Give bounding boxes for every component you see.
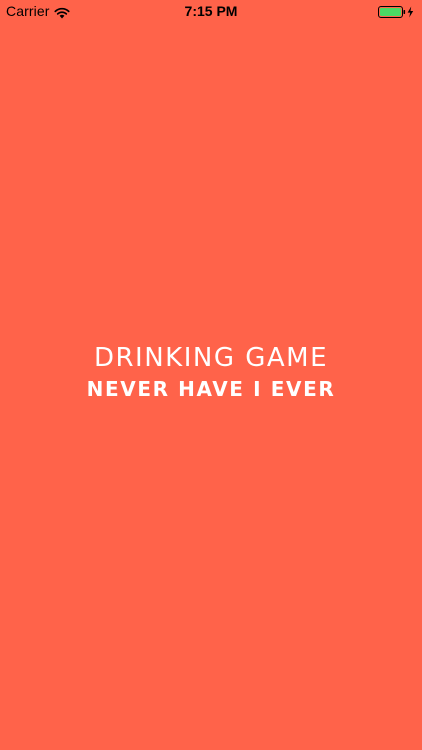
title-never-have-i-ever: NEVER HAVE I EVER xyxy=(86,377,336,401)
app-title: DRINKING GAME NEVER HAVE I EVER xyxy=(0,342,422,403)
title-drinking-game: DRINKING GAME xyxy=(93,343,329,373)
battery-indicator xyxy=(378,5,416,18)
splash-screen: Carrier 7:15 PM DRINKING GAME NEVER HAVE… xyxy=(0,0,422,750)
status-time: 7:15 PM xyxy=(184,3,238,19)
battery-charging-icon xyxy=(378,5,416,18)
status-bar: Carrier 7:15 PM xyxy=(0,0,422,22)
